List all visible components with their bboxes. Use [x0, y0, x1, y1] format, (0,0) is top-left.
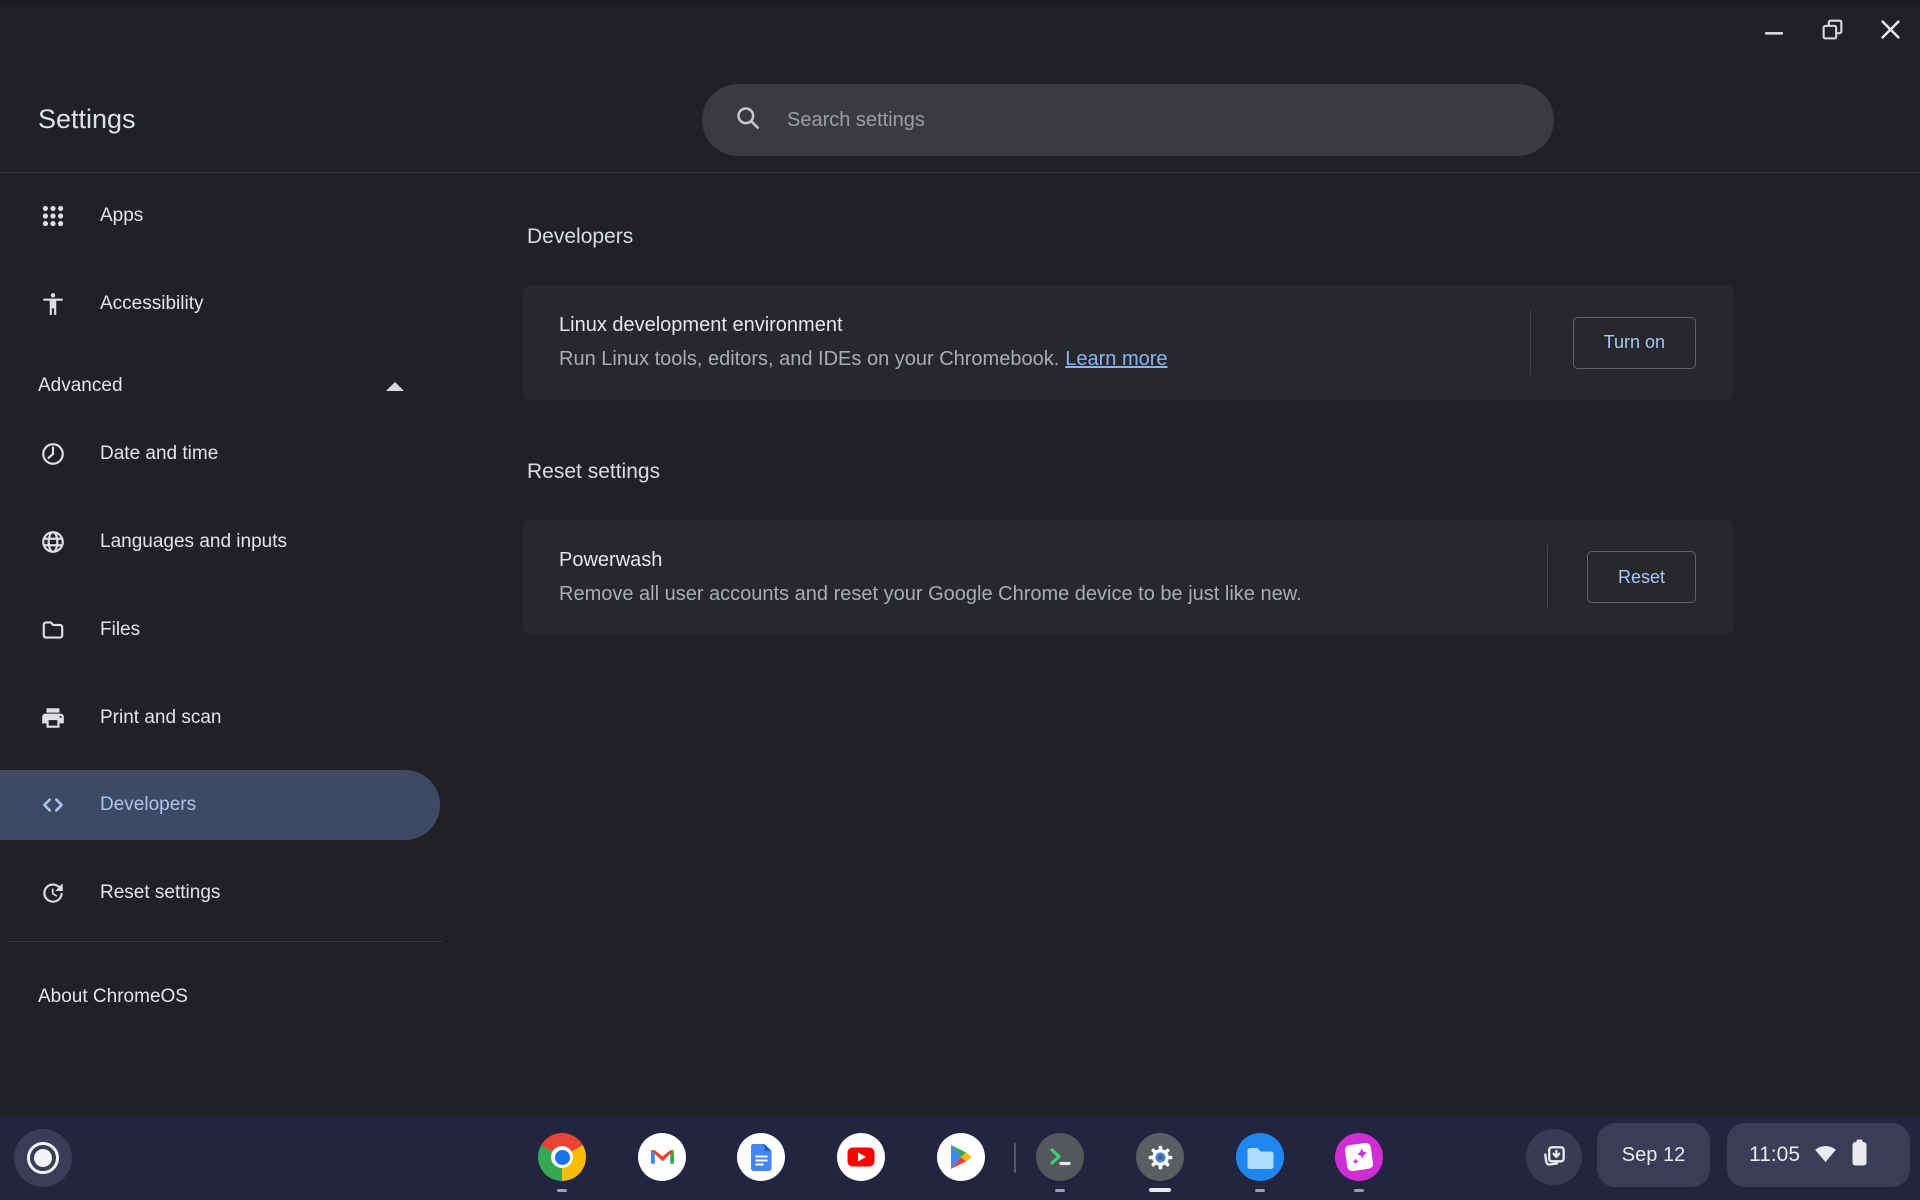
section-heading-developers: Developers [527, 225, 633, 249]
terminal-running-indicator [1055, 1189, 1065, 1192]
chevron-up-icon [386, 382, 404, 391]
settings-content: Developers Linux development environment… [523, 172, 1734, 1032]
sidebar-item-about-chromeos[interactable]: About ChromeOS [0, 953, 444, 1041]
files-running-indicator [1255, 1189, 1265, 1192]
sidebar-item-label: Date and time [100, 443, 218, 465]
wifi-icon [1812, 1139, 1839, 1171]
card-description-text: Run Linux tools, editors, and IDEs on yo… [559, 348, 1059, 370]
sidebar-item-label: Print and scan [100, 707, 221, 729]
gallery-icon[interactable] [1335, 1133, 1383, 1181]
shelf: Sep 12 11:05 [0, 1116, 1920, 1200]
card-title: Powerwash [559, 549, 1302, 572]
learn-more-link[interactable]: Learn more [1065, 348, 1167, 370]
gmail-icon[interactable] [638, 1133, 686, 1181]
screen-capture-icon [1539, 1142, 1569, 1172]
folder-icon [40, 617, 66, 643]
sidebar-item-files[interactable]: Files [0, 586, 444, 674]
chrome-running-indicator [557, 1189, 567, 1192]
sidebar-item-label: Languages and inputs [100, 531, 287, 553]
card-description: Remove all user accounts and reset your … [559, 583, 1302, 606]
launcher-icon [27, 1142, 59, 1174]
window-top-edge [0, 0, 1920, 12]
sidebar-item-label: Accessibility [100, 293, 203, 315]
accessibility-icon [40, 291, 66, 317]
sidebar-divider [8, 941, 442, 942]
sidebar-item-label: Advanced [38, 375, 123, 397]
sidebar-item-accessibility[interactable]: Accessibility [0, 260, 444, 348]
code-icon [40, 792, 66, 818]
linux-dev-environment-card: Linux development environment Run Linux … [523, 285, 1734, 400]
minimize-button[interactable] [1760, 15, 1788, 43]
apps-icon [40, 203, 66, 229]
sidebar-item-print-and-scan[interactable]: Print and scan [0, 674, 444, 762]
close-button[interactable] [1876, 15, 1904, 43]
page-title: Settings [38, 104, 136, 135]
card-divider [1547, 545, 1548, 609]
battery-icon [1851, 1138, 1868, 1172]
shelf-separator [1014, 1143, 1016, 1173]
sidebar-item-apps[interactable]: Apps [0, 172, 444, 260]
gallery-running-indicator [1354, 1189, 1364, 1192]
chrome-icon[interactable] [538, 1133, 586, 1181]
youtube-icon[interactable] [837, 1133, 885, 1181]
turn-on-button[interactable]: Turn on [1573, 317, 1696, 369]
settings-active-indicator [1149, 1188, 1171, 1192]
globe-icon [40, 529, 66, 555]
restore-icon [40, 880, 66, 906]
settings-sidebar: Apps Accessibility Advanced Date and tim… [0, 172, 444, 1022]
sidebar-item-date-and-time[interactable]: Date and time [0, 410, 444, 498]
sidebar-item-label: Reset settings [100, 882, 220, 904]
sidebar-item-label: About ChromeOS [38, 986, 188, 1008]
sidebar-item-label: Apps [100, 205, 143, 227]
chromeos-screen: Settings Apps [0, 0, 1920, 1200]
powerwash-card: Powerwash Remove all user accounts and r… [523, 520, 1734, 634]
sidebar-item-languages-and-inputs[interactable]: Languages and inputs [0, 498, 444, 586]
printer-icon [40, 705, 66, 731]
docs-icon[interactable] [737, 1133, 785, 1181]
date-tray-button[interactable]: Sep 12 [1597, 1123, 1710, 1187]
date-label: Sep 12 [1622, 1144, 1685, 1167]
play-store-icon[interactable] [937, 1133, 985, 1181]
launcher-button[interactable] [14, 1129, 72, 1187]
search-icon [734, 104, 761, 136]
settings-icon[interactable] [1136, 1133, 1184, 1181]
card-description-text: Remove all user accounts and reset your … [559, 583, 1302, 605]
reset-button[interactable]: Reset [1587, 551, 1696, 603]
sidebar-item-reset-settings[interactable]: Reset settings [0, 849, 444, 937]
window-controls [1760, 14, 1904, 44]
time-label: 11:05 [1749, 1143, 1800, 1167]
card-divider [1530, 310, 1531, 375]
card-description: Run Linux tools, editors, and IDEs on yo… [559, 348, 1168, 371]
card-title: Linux development environment [559, 314, 1168, 337]
search-bar[interactable] [702, 84, 1554, 156]
search-input[interactable] [787, 84, 1554, 156]
sidebar-item-label: Developers [100, 794, 196, 816]
sidebar-item-label: Files [100, 619, 140, 641]
restore-button[interactable] [1818, 15, 1846, 43]
status-tray-button[interactable]: 11:05 [1727, 1123, 1910, 1187]
terminal-icon[interactable] [1036, 1133, 1084, 1181]
files-app-icon[interactable] [1236, 1133, 1284, 1181]
screen-capture-tray-button[interactable] [1526, 1129, 1582, 1185]
sidebar-item-developers[interactable]: Developers [0, 761, 444, 849]
clock-icon [40, 441, 66, 467]
section-heading-reset-settings: Reset settings [527, 460, 660, 484]
